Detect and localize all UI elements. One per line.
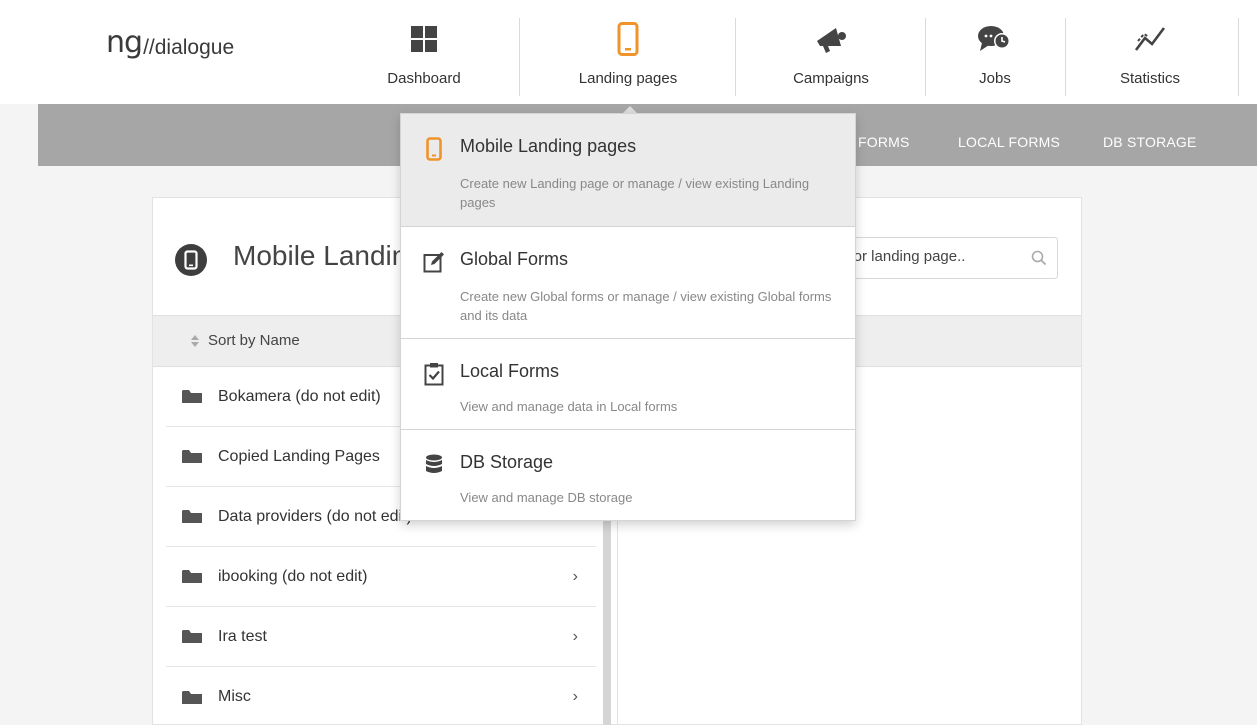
folder-row[interactable]: Ira test › — [166, 607, 596, 667]
sort-arrows-icon — [191, 334, 199, 347]
edit-form-icon — [423, 249, 445, 275]
ngdialogue-logo[interactable]: ng //dialogue — [106, 28, 234, 60]
sort-label: Sort by Name — [208, 332, 300, 349]
menu-item-description: Create new Global forms or manage / view… — [460, 289, 832, 323]
folder-row[interactable]: ibooking (do not edit) › — [166, 547, 596, 607]
folder-icon — [182, 389, 202, 404]
nav-landing-pages[interactable]: Landing pages — [560, 0, 696, 104]
menu-item-title: Global Forms — [460, 249, 569, 269]
menu-item-title: Local Forms — [460, 361, 560, 381]
logo-mark: ng — [106, 25, 143, 60]
folder-icon — [182, 629, 202, 644]
menu-item-mobile-landing-pages[interactable]: Mobile Landing pages Create new Landing … — [401, 114, 855, 227]
mobile-phone-icon — [423, 136, 445, 162]
nav-label: Statistics — [1119, 70, 1180, 87]
menu-item-description: Create new Landing page or manage / view… — [460, 176, 810, 210]
folder-icon — [182, 509, 202, 524]
menu-item-description: View and manage DB storage — [460, 490, 633, 505]
folder-icon — [182, 569, 202, 584]
folder-name: Ira test — [218, 627, 267, 645]
nav-divider — [1238, 18, 1239, 96]
nav-dashboard[interactable]: Dashboard — [372, 0, 476, 104]
menu-item-title: DB Storage — [460, 452, 554, 472]
menu-item-title: Mobile Landing pages — [460, 136, 637, 156]
folder-row[interactable]: Misc › — [166, 667, 596, 725]
subnav-forms[interactable]: FORMS — [858, 134, 910, 150]
subnav-db-storage[interactable]: DB STORAGE — [1103, 134, 1197, 150]
sort-by-name-button[interactable]: Sort by Name — [190, 332, 300, 349]
search-field[interactable] — [830, 237, 1058, 279]
folder-icon — [182, 690, 202, 705]
search-icon[interactable] — [1031, 250, 1047, 271]
nav-divider — [925, 18, 926, 96]
jobs-chat-clock-icon — [977, 22, 1013, 56]
statistics-trend-icon — [1133, 22, 1167, 56]
nav-label: Landing pages — [578, 70, 678, 87]
page-title: Mobile Landing pages — [233, 240, 403, 271]
menu-item-local-forms[interactable]: Local Forms View and manage data in Loca… — [401, 339, 855, 430]
menu-item-description: View and manage data in Local forms — [460, 399, 678, 414]
folder-icon — [182, 449, 202, 464]
nav-campaigns[interactable]: Campaigns — [776, 0, 886, 104]
nav-divider — [519, 18, 520, 96]
nav-label: Jobs — [979, 70, 1011, 87]
nav-statistics[interactable]: Statistics — [1100, 0, 1200, 104]
chevron-right-icon: › — [572, 627, 578, 645]
nav-jobs[interactable]: Jobs — [960, 0, 1030, 104]
nav-label: Dashboard — [387, 70, 461, 87]
top-header: ng //dialogue Dashboard Landing pages Ca… — [0, 0, 1257, 104]
search-input[interactable] — [837, 248, 1029, 265]
subnav-local-forms[interactable]: LOCAL FORMS — [958, 134, 1060, 150]
landing-pages-dropdown: Mobile Landing pages Create new Landing … — [400, 113, 856, 521]
menu-item-db-storage[interactable]: DB Storage View and manage DB storage — [401, 430, 855, 520]
folder-name: Misc — [218, 688, 251, 705]
megaphone-icon — [814, 22, 848, 56]
chevron-right-icon: › — [572, 688, 578, 705]
mobile-phone-icon — [617, 22, 639, 56]
nav-divider — [1065, 18, 1066, 96]
nav-divider — [735, 18, 736, 96]
logo-wordmark: //dialogue — [143, 36, 235, 59]
chevron-right-icon: › — [572, 567, 578, 585]
folder-name: ibooking (do not edit) — [218, 567, 368, 585]
dashboard-grid-icon — [410, 22, 438, 56]
nav-label: Campaigns — [793, 70, 869, 87]
menu-item-global-forms[interactable]: Global Forms Create new Global forms or … — [401, 227, 855, 339]
database-icon — [423, 452, 445, 478]
clipboard-check-icon — [423, 361, 445, 387]
mobile-phone-icon — [175, 244, 207, 276]
